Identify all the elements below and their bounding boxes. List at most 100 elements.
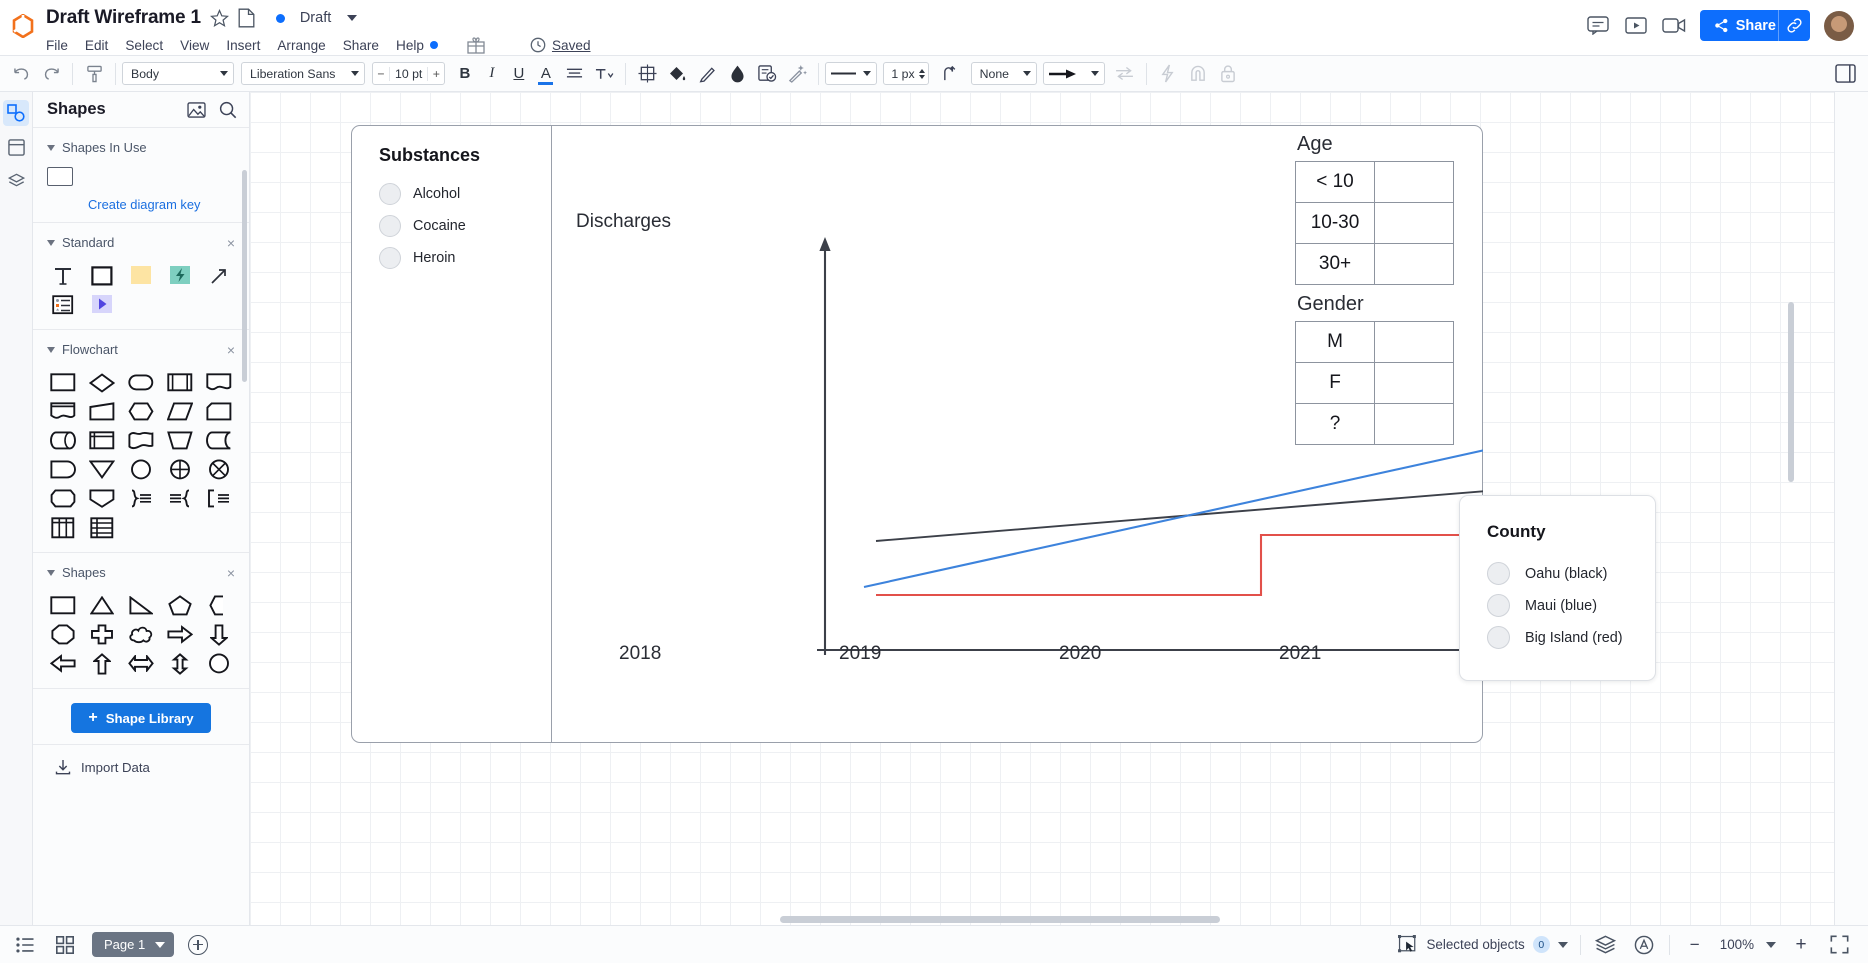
down-arrow-shape[interactable] bbox=[200, 620, 239, 649]
document-title[interactable]: Draft Wireframe 1 bbox=[46, 7, 201, 29]
up-down-arrow-shape[interactable] bbox=[161, 649, 200, 678]
menu-item-insert[interactable]: Insert bbox=[226, 38, 260, 53]
add-page-icon[interactable] bbox=[188, 934, 209, 955]
font-family-select[interactable]: Liberation Sans bbox=[241, 62, 365, 85]
shapes-panel-scroll[interactable]: Shapes In Use Create diagram key Standar… bbox=[33, 128, 249, 925]
gender-row-value[interactable] bbox=[1374, 403, 1454, 445]
age-row-label[interactable]: 10-30 bbox=[1295, 202, 1375, 244]
gender-row-label[interactable]: ? bbox=[1295, 403, 1375, 445]
gender-row-label[interactable]: F bbox=[1295, 362, 1375, 404]
line-start-select[interactable]: None bbox=[970, 62, 1037, 85]
font-size-increase[interactable]: + bbox=[428, 67, 444, 81]
lightning-shape[interactable] bbox=[161, 261, 200, 290]
chevron-down-icon[interactable] bbox=[347, 15, 358, 21]
age-row-label[interactable]: < 10 bbox=[1295, 161, 1375, 203]
rectangle-shape[interactable] bbox=[43, 591, 82, 620]
left-arrow-shape[interactable] bbox=[43, 649, 82, 678]
canvas-horizontal-scrollbar[interactable] bbox=[250, 916, 1834, 923]
stored-data-shape[interactable] bbox=[200, 426, 239, 455]
underline-button[interactable]: U bbox=[505, 60, 532, 87]
section-header-flowchart[interactable]: Flowchart × bbox=[33, 342, 249, 357]
text-options-icon[interactable] bbox=[589, 60, 619, 88]
octagon-shape[interactable] bbox=[43, 620, 82, 649]
gender-row-value[interactable] bbox=[1374, 362, 1454, 404]
triangle-shape[interactable] bbox=[82, 591, 121, 620]
county-item-big-island[interactable]: Big Island (red) bbox=[1487, 626, 1623, 649]
user-avatar[interactable] bbox=[1824, 10, 1854, 41]
cloud-shape[interactable] bbox=[121, 620, 160, 649]
menu-item-help[interactable]: Help bbox=[396, 38, 424, 53]
direct-access-storage-shape[interactable] bbox=[43, 426, 82, 455]
star-icon[interactable] bbox=[209, 8, 229, 28]
saved-status[interactable]: Saved bbox=[530, 37, 591, 53]
legend-item-cocaine[interactable]: Cocaine bbox=[379, 215, 466, 237]
comment-icon[interactable] bbox=[1586, 15, 1610, 37]
magnet-icon[interactable] bbox=[1183, 60, 1213, 88]
search-icon[interactable] bbox=[219, 101, 237, 119]
pentagon-shape[interactable] bbox=[161, 591, 200, 620]
app-logo[interactable] bbox=[0, 0, 46, 38]
menu-item-file[interactable]: File bbox=[46, 38, 68, 53]
right-arrow-shape[interactable] bbox=[161, 620, 200, 649]
county-legend-card[interactable]: County Oahu (black) Maui (blue) Big Isla… bbox=[1459, 495, 1656, 681]
close-icon[interactable]: × bbox=[227, 236, 235, 250]
line-width-stepper[interactable]: 1 px bbox=[883, 62, 929, 85]
up-arrow-shape[interactable] bbox=[82, 649, 121, 678]
rail-layers-button[interactable] bbox=[3, 168, 29, 194]
delay-shape[interactable] bbox=[43, 455, 82, 484]
manual-operation-shape[interactable] bbox=[161, 426, 200, 455]
section-header-shapes-in-use[interactable]: Shapes In Use bbox=[33, 140, 249, 155]
line-color-icon[interactable] bbox=[692, 60, 722, 88]
or-shape[interactable] bbox=[200, 455, 239, 484]
draft-status-label[interactable]: Draft bbox=[300, 10, 331, 26]
hexagon-flag-shape[interactable] bbox=[43, 484, 82, 513]
chevron-down-icon[interactable] bbox=[1766, 941, 1776, 948]
table-row[interactable]: F bbox=[1295, 362, 1454, 404]
menu-item-select[interactable]: Select bbox=[125, 38, 163, 53]
extract-shape[interactable] bbox=[82, 484, 121, 513]
gender-table[interactable]: M F ? bbox=[1295, 321, 1454, 445]
age-row-value[interactable] bbox=[1374, 161, 1454, 203]
table-columns-shape[interactable] bbox=[43, 513, 82, 542]
panel-scrollbar[interactable] bbox=[242, 170, 247, 382]
fill-color-icon[interactable] bbox=[662, 60, 692, 88]
align-icon[interactable] bbox=[559, 60, 589, 88]
manual-input-shape[interactable] bbox=[82, 397, 121, 426]
chevron-shape[interactable] bbox=[200, 591, 239, 620]
close-icon[interactable]: × bbox=[227, 566, 235, 580]
line-end-select[interactable] bbox=[1042, 62, 1105, 85]
gender-row-label[interactable]: M bbox=[1295, 321, 1375, 363]
video-call-icon[interactable] bbox=[1661, 15, 1686, 37]
table-row[interactable]: M bbox=[1295, 321, 1454, 363]
copy-link-button[interactable] bbox=[1778, 10, 1810, 41]
line-style-select[interactable] bbox=[825, 62, 878, 85]
age-row-value[interactable] bbox=[1374, 202, 1454, 244]
age-row-value[interactable] bbox=[1374, 243, 1454, 285]
font-size-stepper[interactable]: − 10 pt + bbox=[372, 62, 446, 85]
layers-icon[interactable] bbox=[1593, 933, 1619, 957]
legend-item-alcohol[interactable]: Alcohol bbox=[379, 183, 460, 205]
summing-junction-shape[interactable] bbox=[161, 455, 200, 484]
cross-shape[interactable] bbox=[82, 620, 121, 649]
preparation-shape[interactable] bbox=[121, 397, 160, 426]
fullscreen-icon[interactable] bbox=[1826, 933, 1852, 957]
create-diagram-key-link[interactable]: Create diagram key bbox=[33, 186, 249, 212]
county-item-oahu[interactable]: Oahu (black) bbox=[1487, 562, 1607, 585]
bracket-shape[interactable] bbox=[200, 484, 239, 513]
right-panel-toggle-icon[interactable] bbox=[1830, 60, 1860, 88]
shape-options-icon[interactable] bbox=[632, 60, 662, 88]
menu-item-edit[interactable]: Edit bbox=[85, 38, 108, 53]
play-shape[interactable] bbox=[82, 290, 121, 319]
left-right-arrow-shape[interactable] bbox=[121, 649, 160, 678]
menu-item-arrange[interactable]: Arrange bbox=[277, 38, 325, 53]
decision-shape[interactable] bbox=[82, 368, 121, 397]
table-row[interactable]: 10-30 bbox=[1295, 202, 1454, 244]
section-header-standard[interactable]: Standard × bbox=[33, 235, 249, 250]
wave-document-shape[interactable] bbox=[121, 426, 160, 455]
arrow-shape[interactable] bbox=[200, 261, 239, 290]
merge-shape[interactable] bbox=[82, 455, 121, 484]
selected-objects-control[interactable]: Selected objects 0 bbox=[1398, 935, 1568, 954]
font-size-decrease[interactable]: − bbox=[373, 67, 389, 81]
age-table[interactable]: < 10 10-30 30+ bbox=[1295, 161, 1454, 285]
canvas[interactable]: Substances Alcohol Cocaine Heroin Discha… bbox=[250, 92, 1834, 925]
